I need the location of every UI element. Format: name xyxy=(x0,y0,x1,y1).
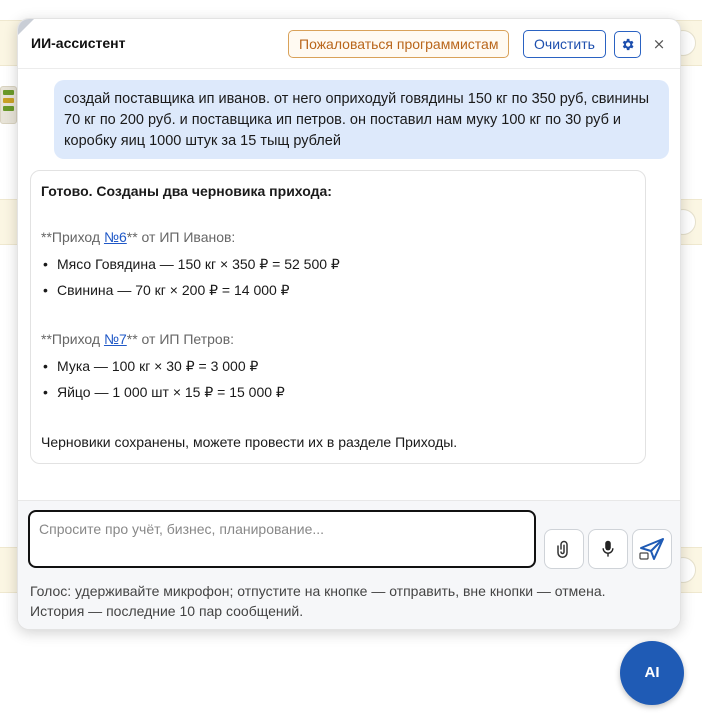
microphone-button[interactable] xyxy=(588,529,628,569)
receipt-supplier: ** от ИП Иванов: xyxy=(126,229,236,245)
list-item-text: Яйцо — 1 000 шт × 15 ₽ = 15 000 ₽ xyxy=(57,384,285,400)
composer: Голос: удерживайте микрофон; отпустите н… xyxy=(18,500,680,629)
attach-button[interactable] xyxy=(544,529,584,569)
gear-icon xyxy=(622,38,634,51)
assistant-heading: Готово. Созданы два черновика прихода: xyxy=(41,183,332,199)
assistant-footer: Черновики сохранены, можете провести их … xyxy=(41,434,458,450)
panel-title: ИИ-ассистент xyxy=(31,35,126,51)
receipt-prefix: **Приход xyxy=(41,331,104,347)
list-item-text: Свинина — 70 кг × 200 ₽ = 14 000 ₽ xyxy=(57,282,290,298)
message-list[interactable]: создай поставщика ип иванов. от него опр… xyxy=(18,70,680,500)
receipt-link[interactable]: №7 xyxy=(104,331,127,347)
receipt-link[interactable]: №6 xyxy=(104,229,127,245)
voice-hint: Голос: удерживайте микрофон; отпустите н… xyxy=(30,583,606,599)
history-hint: История — последние 10 пар сообщений. xyxy=(30,603,304,619)
receipt-prefix: **Приход xyxy=(41,229,104,245)
paperclip-icon xyxy=(557,540,568,558)
receipt-supplier: ** от ИП Петров: xyxy=(126,331,235,347)
user-message: создай поставщика ип иванов. от него опр… xyxy=(54,80,669,159)
receipt-title: **Приход №7** от ИП Петров: xyxy=(41,331,234,347)
ai-assistant-fab[interactable]: AI xyxy=(620,641,684,705)
assistant-message: Готово. Созданы два черновика прихода: *… xyxy=(30,170,646,464)
background-thumbnail xyxy=(0,86,17,124)
list-item-text: Мясо Говядина — 150 кг × 350 ₽ = 52 500 … xyxy=(57,256,340,272)
report-to-developers-button[interactable]: Пожаловаться программистам xyxy=(288,30,510,58)
microphone-icon xyxy=(602,540,614,557)
close-button[interactable]: × xyxy=(651,34,667,54)
list-item-text: Мука — 100 кг × 30 ₽ = 3 000 ₽ xyxy=(57,358,259,374)
panel-header: ИИ-ассистент Пожаловаться программистам … xyxy=(18,19,680,69)
ai-assistant-panel: ИИ-ассистент Пожаловаться программистам … xyxy=(17,18,681,630)
send-icon xyxy=(639,538,664,560)
prompt-field[interactable] xyxy=(28,510,536,568)
clear-button[interactable]: Очистить xyxy=(523,30,606,58)
receipt-title: **Приход №6** от ИП Иванов: xyxy=(41,229,235,245)
prompt-input[interactable] xyxy=(39,521,519,537)
send-button[interactable] xyxy=(632,529,672,569)
settings-button[interactable] xyxy=(614,31,641,58)
